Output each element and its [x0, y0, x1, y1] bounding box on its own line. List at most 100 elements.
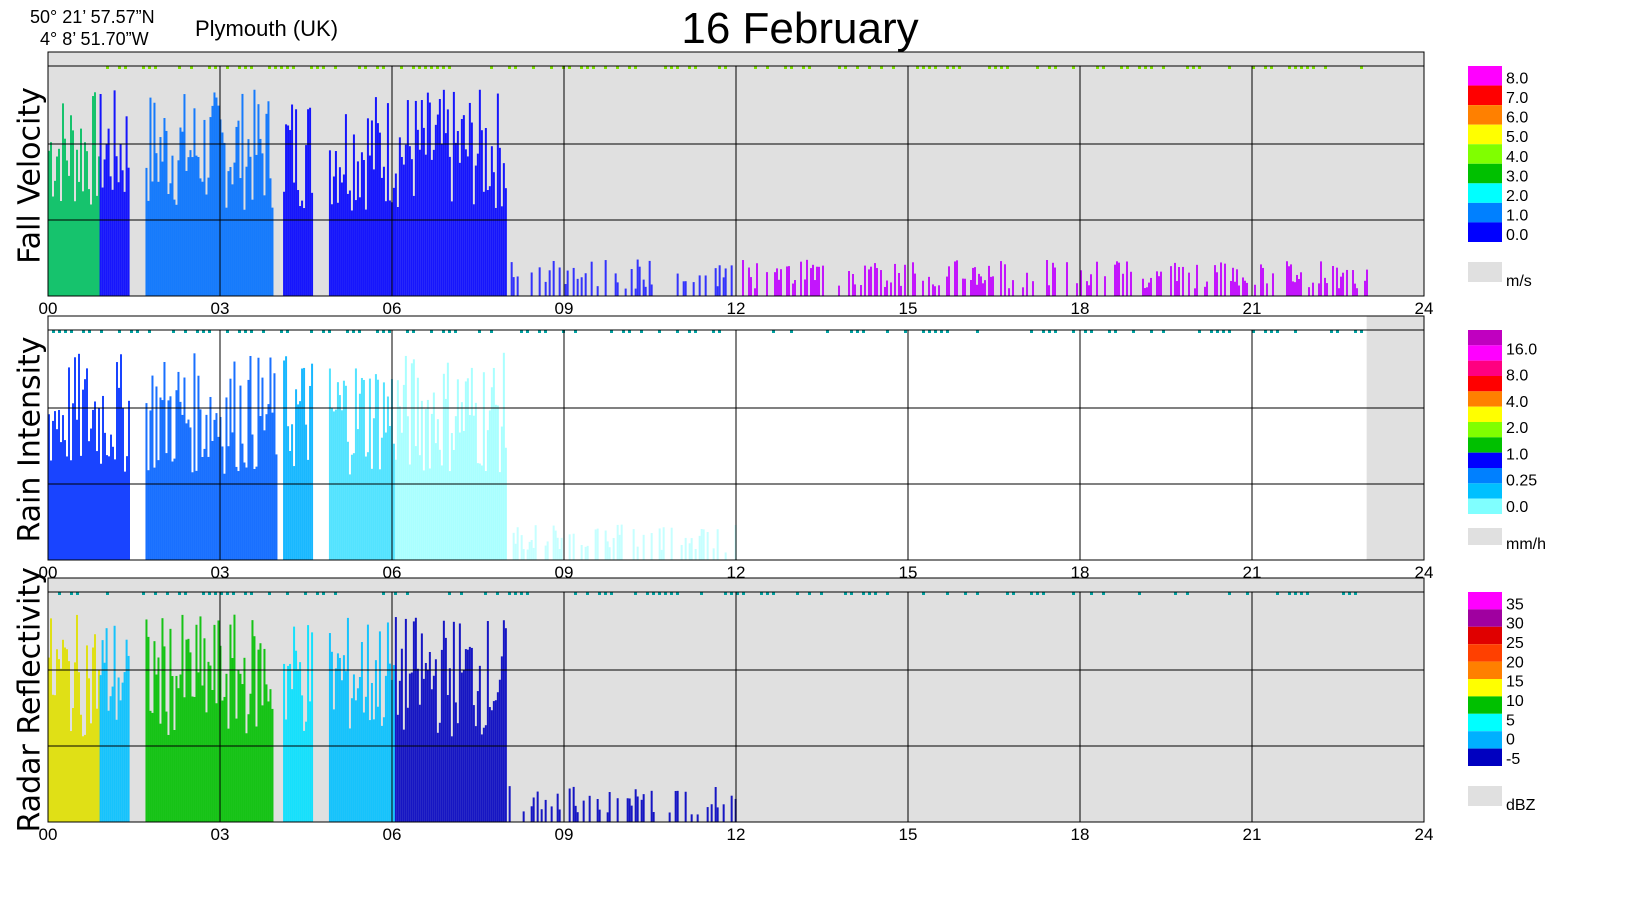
precip-streak	[342, 655, 345, 822]
precip-streak	[121, 170, 124, 296]
precip-streak	[804, 279, 806, 296]
precip-streak	[598, 809, 601, 822]
precip-streak	[388, 200, 391, 296]
precip-streak	[231, 184, 234, 296]
precip-streak	[253, 89, 256, 296]
precip-streak	[257, 649, 260, 822]
precip-streak	[946, 276, 948, 296]
precip-streak	[572, 533, 575, 560]
precip-streak	[498, 679, 501, 822]
precip-streak	[102, 395, 104, 560]
precip-streak	[356, 161, 359, 296]
precip-streak	[456, 379, 459, 560]
precip-streak	[532, 547, 535, 560]
precip-streak	[398, 680, 401, 822]
precip-streak	[698, 535, 701, 560]
precip-streak	[52, 420, 54, 560]
precip-streak	[438, 449, 441, 560]
precip-streak	[303, 208, 306, 296]
precip-streak	[558, 267, 561, 296]
precip-streak	[480, 734, 483, 822]
precip-streak	[360, 377, 363, 560]
precip-streak	[295, 650, 298, 822]
precip-streak	[544, 799, 547, 822]
precip-streak	[336, 653, 339, 822]
precip-streak	[1352, 270, 1354, 296]
precip-streak	[179, 127, 182, 297]
precip-streak	[259, 138, 262, 296]
precip-streak	[414, 100, 417, 296]
precip-streak	[251, 199, 254, 296]
precip-streak	[265, 414, 268, 560]
precip-streak	[722, 277, 725, 296]
precip-streak	[560, 537, 563, 560]
precip-streak	[1318, 283, 1320, 296]
precip-streak	[303, 730, 306, 822]
precip-streak	[724, 268, 727, 296]
precip-streak	[428, 651, 431, 822]
precip-streak	[482, 191, 485, 296]
precip-streak	[530, 806, 533, 822]
precip-streak	[155, 674, 158, 822]
precip-streak	[400, 432, 403, 560]
precip-streak	[414, 446, 417, 560]
precip-streak	[522, 811, 525, 822]
precip-streak	[233, 162, 236, 296]
precip-streak	[748, 267, 750, 296]
precip-streak	[478, 463, 481, 560]
x-tick-label: 24	[1415, 299, 1434, 318]
precip-streak	[382, 717, 385, 822]
colorbar-tick-label: 0.25	[1506, 473, 1537, 490]
precip-streak	[197, 375, 200, 560]
precip-streak	[1266, 283, 1268, 296]
precip-streak	[124, 471, 126, 560]
precip-streak	[482, 727, 485, 822]
precip-streak	[96, 195, 98, 296]
precip-streak	[372, 418, 375, 560]
precip-streak	[115, 719, 118, 822]
precip-streak	[574, 805, 577, 822]
precip-streak	[305, 424, 308, 560]
precip-streak	[107, 710, 110, 822]
precip-streak	[80, 128, 82, 296]
precip-streak	[185, 170, 188, 296]
precip-streak	[512, 532, 515, 560]
precip-streak	[492, 367, 495, 560]
precip-streak	[92, 647, 94, 822]
precip-streak	[514, 543, 517, 560]
precip-streak	[301, 695, 304, 822]
precip-streak	[718, 265, 721, 296]
precip-streak	[1296, 274, 1298, 296]
precip-streak	[608, 792, 611, 822]
precip-streak	[243, 462, 246, 560]
precip-streak	[904, 264, 906, 296]
precip-streak	[466, 156, 469, 296]
precip-streak	[612, 537, 615, 560]
precip-streak	[72, 707, 74, 822]
precip-streak	[163, 118, 166, 296]
precip-streak	[187, 638, 190, 822]
nodata-swatch	[1468, 262, 1502, 282]
precip-streak	[338, 657, 341, 822]
precip-streak	[1230, 280, 1232, 296]
precip-streak	[340, 410, 343, 560]
precip-streak	[213, 419, 216, 560]
colorbar-swatch	[1468, 713, 1502, 732]
precip-streak	[472, 415, 475, 560]
precip-streak	[706, 807, 709, 822]
precip-streak	[239, 673, 242, 822]
precip-streak	[1114, 264, 1116, 296]
precip-streak	[594, 529, 597, 560]
precip-streak	[694, 549, 697, 560]
colorbar-swatch	[1468, 609, 1502, 627]
precip-streak	[1354, 283, 1356, 296]
precip-streak	[1272, 273, 1274, 296]
precip-streak	[368, 155, 371, 296]
precip-streak	[462, 115, 465, 296]
precip-streak	[90, 723, 92, 822]
precip-streak	[432, 149, 435, 296]
precip-streak	[191, 157, 194, 296]
precip-streak	[56, 649, 58, 822]
precip-streak	[342, 174, 345, 296]
precip-streak	[108, 456, 110, 560]
